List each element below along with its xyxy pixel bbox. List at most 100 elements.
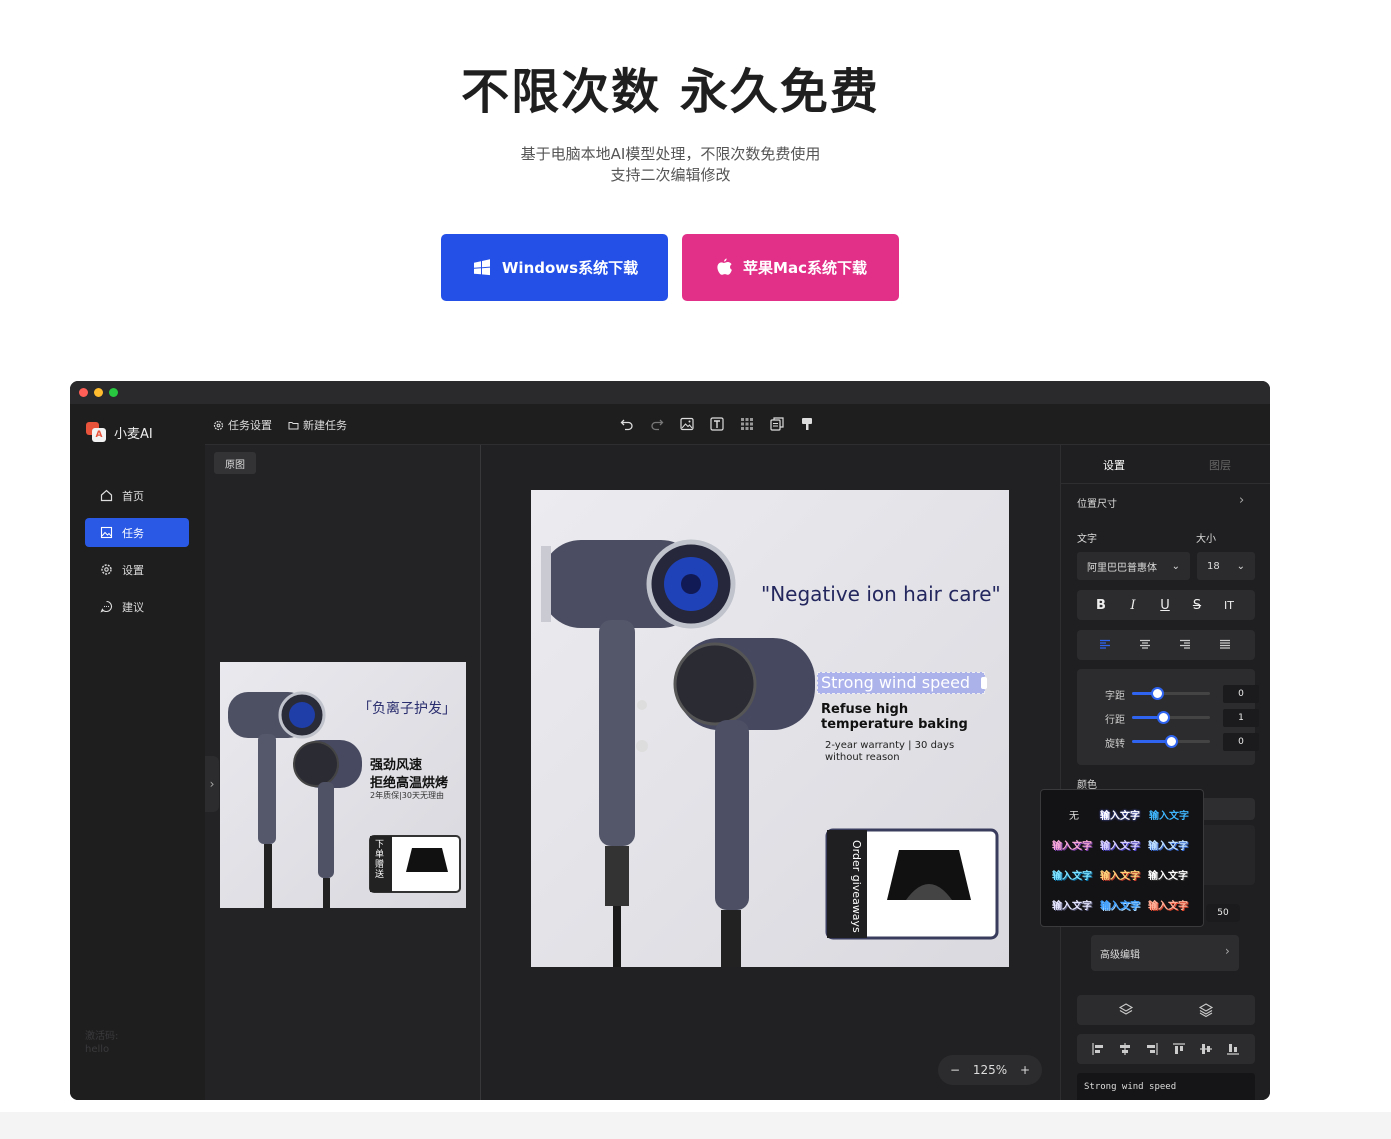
font-select[interactable]: 阿里巴巴普惠体 ⌄ (1077, 552, 1190, 580)
image-icon[interactable] (679, 416, 695, 432)
strikethrough-icon[interactable]: S (1189, 597, 1205, 613)
app-window: A 小麦AI 首页 任务 设置 建议 激活码: hello 任务设置 新建任务 … (70, 381, 1270, 1100)
effect-option[interactable]: 输入文字 (1052, 837, 1092, 852)
align-justify-icon[interactable] (1219, 639, 1231, 650)
undo-icon[interactable] (619, 416, 635, 432)
effect-none-option[interactable]: 无 (1069, 807, 1079, 822)
font-size-select[interactable]: 18 ⌄ (1197, 552, 1255, 580)
align-center-icon[interactable] (1139, 639, 1151, 650)
minimize-window-button[interactable] (94, 388, 103, 397)
edited-line-2[interactable]: Refuse high temperature baking (821, 702, 1001, 732)
text-icon[interactable] (709, 416, 725, 432)
bring-forward-icon[interactable] (1118, 1002, 1134, 1018)
windows-download-button[interactable]: Windows系统下载 (441, 234, 668, 301)
line-spacing-label: 行距 (1105, 715, 1125, 726)
chevron-right-icon: › (209, 777, 215, 791)
gear-icon (101, 564, 112, 575)
align-objects-middle-icon[interactable] (1199, 1042, 1213, 1056)
align-objects-center-icon[interactable] (1118, 1042, 1132, 1056)
zoom-out-button[interactable]: − (950, 1063, 960, 1077)
effect-option[interactable]: 输入文字 (1052, 897, 1092, 912)
effect-option[interactable]: 输入文字 (1148, 897, 1188, 912)
sidebar-item-label: 建议 (122, 600, 144, 614)
collapse-pane-button[interactable]: › (205, 756, 219, 812)
line-spacing-slider[interactable] (1132, 711, 1210, 724)
effect-option[interactable]: 输入文字 (1052, 867, 1092, 882)
align-objects-left-icon[interactable] (1091, 1042, 1105, 1056)
windows-download-label: Windows系统下载 (501, 259, 639, 277)
sidebar-item-settings[interactable]: 设置 (85, 555, 189, 584)
task-settings-button[interactable]: 任务设置 (213, 417, 272, 433)
letter-spacing-label: 字距 (1105, 691, 1125, 702)
text-content-input[interactable]: Strong wind speed (1077, 1073, 1255, 1100)
apple-icon (717, 258, 732, 275)
edited-line-3[interactable]: 2-year warranty | 30 days without reason (825, 740, 985, 764)
zoom-level: 125% (972, 1063, 1008, 1077)
subtitle-line-1: 基于电脑本地AI模型处理，不限次数免费使用 (520, 145, 821, 163)
original-badge: 下单赠送 (375, 840, 385, 880)
page-title: 不限次数 永久免费 (461, 64, 880, 120)
edited-line-1[interactable]: Strong wind speed (821, 673, 970, 692)
italic-icon[interactable]: I (1125, 597, 1141, 613)
close-window-button[interactable] (79, 388, 88, 397)
mosaic-icon[interactable] (739, 416, 755, 432)
vertical-text-icon[interactable]: IT (1221, 597, 1237, 613)
line-spacing-value[interactable]: 1 (1223, 709, 1259, 727)
rotation-value[interactable]: 0 (1223, 733, 1259, 751)
windows-icon (473, 258, 490, 275)
align-objects-top-icon[interactable] (1172, 1042, 1186, 1056)
align-objects-bottom-icon[interactable] (1226, 1042, 1240, 1056)
sidebar-item-task[interactable]: 任务 (85, 518, 189, 547)
effect-option[interactable]: 输入文字 (1148, 837, 1188, 852)
sidebar-item-home[interactable]: 首页 (85, 481, 189, 510)
align-objects-right-icon[interactable] (1145, 1042, 1159, 1056)
home-icon (100, 489, 113, 502)
text-effect-popup: 无 输入文字 输入文字 输入文字 输入文字 输入文字 输入文字 输入文字 输入文… (1040, 789, 1204, 927)
mac-download-label: 苹果Mac系统下载 (743, 259, 867, 277)
brush-icon[interactable] (799, 416, 815, 432)
edited-image[interactable]: "Negative ion hair care" Strong wind spe… (531, 490, 1009, 967)
redo-icon[interactable] (649, 416, 665, 432)
mac-download-button[interactable]: 苹果Mac系统下载 (682, 234, 899, 301)
effect-option[interactable]: 输入文字 (1100, 867, 1140, 882)
underline-icon[interactable]: U (1157, 597, 1173, 613)
effect-option[interactable]: 输入文字 (1149, 807, 1189, 822)
tab-layers[interactable]: 图层 (1209, 457, 1231, 473)
effect-option[interactable]: 输入文字 (1100, 807, 1140, 822)
layer-order-toolbar (1077, 995, 1255, 1025)
send-backward-icon[interactable] (1198, 1002, 1214, 1018)
size-label: 大小 (1196, 534, 1216, 545)
sidebar-item-feedback[interactable]: 建议 (85, 592, 189, 621)
effect-option[interactable]: 输入文字 (1148, 867, 1188, 882)
maximize-window-button[interactable] (109, 388, 118, 397)
align-left-icon[interactable] (1099, 639, 1111, 650)
chevron-right-icon[interactable]: › (1239, 493, 1244, 508)
effect-option[interactable]: 输入文字 (1100, 897, 1140, 912)
tab-settings[interactable]: 设置 (1103, 457, 1125, 473)
layers-icon[interactable] (769, 416, 785, 432)
letter-spacing-value[interactable]: 0 (1223, 685, 1259, 703)
text-content-value: Strong wind speed (1084, 1082, 1177, 1092)
edited-badge[interactable]: Order giveaways (835, 840, 863, 933)
opacity-value[interactable]: 50 (1206, 904, 1240, 922)
sidebar-item-label: 设置 (122, 563, 144, 577)
original-line-1: 强劲风速 (370, 758, 423, 773)
position-size-label[interactable]: 位置尺寸 (1077, 495, 1117, 510)
advanced-edit-button[interactable]: 高级编辑 › (1091, 935, 1239, 971)
bold-icon[interactable]: B (1093, 597, 1109, 613)
letter-spacing-slider[interactable] (1132, 687, 1210, 700)
new-task-button[interactable]: 新建任务 (288, 417, 347, 433)
resize-handle[interactable] (981, 677, 987, 689)
zoom-in-button[interactable]: + (1020, 1063, 1030, 1077)
spacing-controls: 字距 0 行距 1 旋转 0 (1077, 669, 1259, 765)
editing-canvas[interactable]: "Negative ion hair care" Strong wind spe… (481, 445, 1060, 1100)
app-logo: A 小麦AI (86, 422, 153, 442)
gear-icon (213, 420, 224, 430)
edited-headline[interactable]: "Negative ion hair care" (761, 582, 1001, 606)
font-select-value: 阿里巴巴普惠体 (1087, 562, 1157, 574)
original-headline: 「负离子护发」 (358, 701, 456, 717)
activation-code-value: hello (85, 1044, 110, 1055)
rotation-slider[interactable] (1132, 735, 1210, 748)
align-right-icon[interactable] (1179, 639, 1191, 650)
effect-option[interactable]: 输入文字 (1100, 837, 1140, 852)
